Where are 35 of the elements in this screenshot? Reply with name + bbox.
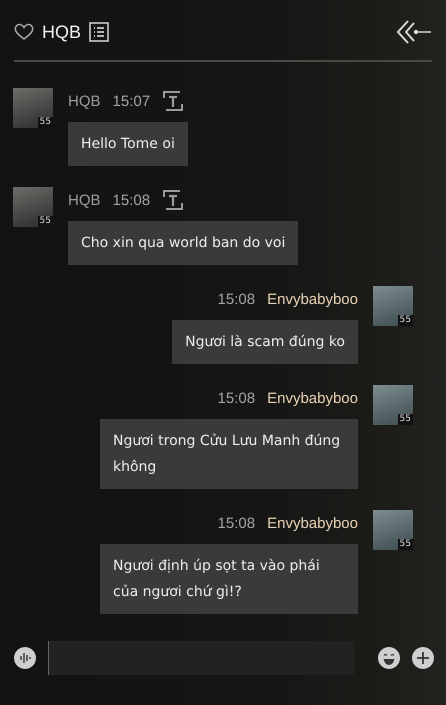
- emoji-icon[interactable]: [378, 646, 400, 669]
- level-badge: 55: [398, 315, 413, 326]
- message-bubble: Ngươi trong Cửu Lưu Manh đúng không: [100, 419, 358, 490]
- message-time: 15:08: [218, 514, 256, 532]
- level-badge: 55: [38, 216, 53, 228]
- sender-name: Envybabyboo: [267, 290, 358, 308]
- avatar-placeholder[interactable]: 55: [13, 88, 53, 128]
- voice-icon[interactable]: [14, 646, 36, 669]
- translate-icon[interactable]: [162, 90, 184, 112]
- heart-icon[interactable]: [14, 23, 34, 42]
- message-time: 15:08: [218, 290, 256, 308]
- sender-name: HQB: [68, 92, 101, 110]
- add-icon[interactable]: [412, 646, 434, 669]
- message-bubble: Cho xin qua world ban do voi: [68, 221, 298, 266]
- message-bubble: Ngươi định úp sọt ta vào phái của ngươi chứ gì!?: [100, 544, 358, 614]
- collapse-arrow-icon[interactable]: [396, 19, 432, 46]
- avatar-placeholder[interactable]: 55: [13, 187, 53, 228]
- message-input-field[interactable]: [48, 640, 354, 675]
- message-time: 15:07: [112, 92, 150, 110]
- message-time: 15:08: [112, 192, 150, 209]
- message-bubble: Ngươi là scam đúng ko: [172, 320, 358, 364]
- avatar-placeholder[interactable]: 55: [373, 510, 413, 550]
- level-badge: 55: [38, 117, 53, 128]
- level-badge: 55: [398, 539, 413, 550]
- message-time: 15:08: [218, 390, 256, 407]
- level-badge: 55: [398, 414, 413, 426]
- chat-title: HQB: [42, 22, 82, 43]
- sender-name: Envybabyboo: [267, 390, 358, 407]
- message-bubble: Hello Tome oi: [68, 122, 188, 166]
- translate-icon[interactable]: [162, 189, 184, 212]
- sender-name: Envybabyboo: [267, 514, 358, 532]
- avatar-placeholder[interactable]: 55: [373, 385, 413, 426]
- avatar-placeholder[interactable]: 55: [373, 286, 413, 326]
- list-icon[interactable]: [89, 22, 110, 42]
- sender-name: HQB: [68, 192, 101, 209]
